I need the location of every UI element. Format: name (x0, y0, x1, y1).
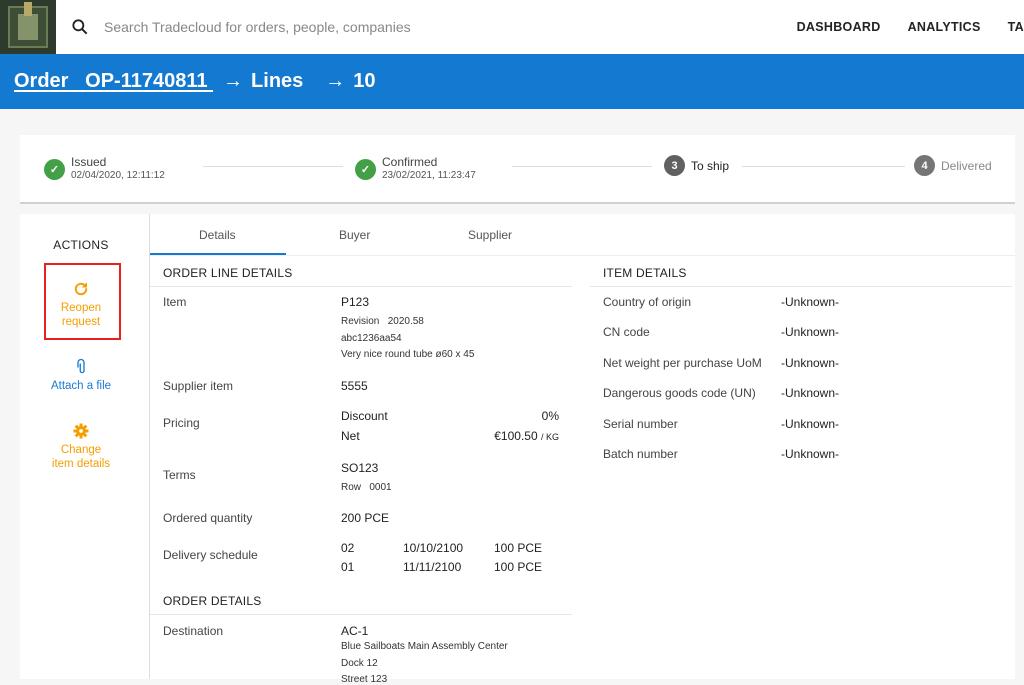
item-code: abc1236aa54 (341, 333, 402, 344)
action-label: request (61, 316, 101, 328)
reopen-request-button[interactable]: Reopen request (20, 280, 142, 329)
discount-label: Discount (341, 409, 388, 423)
actions-panel: ACTIONS Reopen request Attach a file Cha… (20, 214, 150, 679)
company-logo[interactable] (0, 0, 56, 54)
step-delivered: 4 Delivered (914, 155, 992, 176)
step-connector (742, 166, 905, 167)
tab-supplier[interactable]: Supplier (468, 228, 512, 242)
pricing-label: Pricing (163, 416, 200, 430)
country-of-origin-label: Country of origin (603, 295, 692, 309)
delivery-line: 01 (341, 560, 355, 574)
search-bar[interactable]: Search Tradecloud for orders, people, co… (70, 17, 770, 37)
delivery-line: 02 (341, 541, 355, 555)
attach-file-button[interactable]: Attach a file (20, 358, 142, 393)
order-status-stepper: ✓ Issued 02/04/2020, 12:11:12 ✓ Confirmed… (20, 135, 1015, 204)
step-confirmed: ✓ Confirmed 23/02/2021, 11:23:47 (355, 155, 476, 183)
tab-buyer[interactable]: Buyer (339, 228, 370, 242)
step-number: 3 (664, 155, 685, 176)
batch-number-label: Batch number (603, 447, 678, 461)
destination-address: Dock 12 (341, 658, 378, 669)
delivery-qty: 100 PCE (494, 560, 543, 574)
action-label: item details (51, 458, 111, 470)
action-label: Change (60, 444, 102, 456)
terms-value: SO123 (341, 461, 379, 475)
search-icon (72, 19, 88, 35)
destination-address: Blue Sailboats Main Assembly Center (341, 641, 508, 652)
step-label: Delivered (941, 158, 992, 173)
change-item-details-button[interactable]: Change item details (20, 422, 142, 471)
net-weight-value: -Unknown- (781, 356, 840, 370)
action-label: Attach a file (50, 380, 112, 392)
supplier-item-label: Supplier item (163, 379, 234, 393)
nav-truncated[interactable]: TA (1008, 20, 1024, 34)
delivery-date: 10/10/2100 (403, 541, 464, 555)
nav-dashboard[interactable]: DASHBOARD (797, 20, 881, 34)
delivery-date: 11/11/2100 (403, 560, 462, 574)
net-weight-label: Net weight per purchase UoM (603, 356, 762, 370)
step-connector (203, 166, 343, 167)
details-panel: Details Buyer Supplier ORDER LINE DETAIL… (150, 214, 1015, 685)
destination-code: AC-1 (341, 624, 369, 638)
destination-address: Street 123 (341, 674, 388, 685)
step-date: 23/02/2021, 11:23:47 (382, 170, 476, 181)
actions-title: ACTIONS (53, 238, 109, 252)
step-label: To ship (691, 158, 730, 173)
action-label: Reopen (60, 302, 102, 314)
divider (150, 614, 572, 615)
order-details-title: ORDER DETAILS (163, 594, 262, 608)
item-details-title: ITEM DETAILS (603, 266, 687, 280)
divider (150, 286, 572, 287)
serial-number-value: -Unknown- (781, 417, 840, 431)
item-value: P123 (341, 295, 370, 309)
step-to-ship: 3 To ship (664, 155, 729, 176)
cn-code-label: CN code (603, 325, 650, 339)
revision: Revision 2020.58 (341, 316, 424, 327)
divider (590, 286, 1012, 287)
serial-number-label: Serial number (603, 417, 678, 431)
supplier-item-value: 5555 (341, 379, 368, 393)
dangerous-goods-label: Dangerous goods code (UN) (603, 386, 756, 400)
step-date: 02/04/2020, 12:11:12 (71, 170, 165, 181)
step-label: Confirmed (382, 155, 438, 169)
gear-icon (73, 423, 89, 439)
step-number: 4 (914, 155, 935, 176)
check-icon: ✓ (44, 158, 65, 180)
delivery-schedule-label: Delivery schedule (163, 548, 258, 562)
row-number: Row 0001 (341, 482, 392, 493)
paperclip-icon (77, 358, 85, 374)
breadcrumb-line-number: 10 (353, 70, 376, 92)
breadcrumb-order-link[interactable]: Order OP-11740811 (14, 70, 213, 93)
ordered-quantity-value: 200 PCE (341, 511, 390, 525)
delivery-qty: 100 PCE (494, 541, 543, 555)
order-line-details-title: ORDER LINE DETAILS (163, 266, 293, 280)
main-nav: DASHBOARD ANALYTICS TA (770, 0, 1024, 54)
net-price: €100.50 / KG (494, 429, 559, 443)
step-connector (512, 166, 652, 167)
net-label: Net (341, 429, 360, 443)
top-bar: Search Tradecloud for orders, people, co… (0, 0, 1024, 54)
arrow-right-icon: → (223, 70, 244, 92)
batch-number-value: -Unknown- (781, 447, 840, 461)
item-description: Very nice round tube ø60 x 45 (341, 349, 475, 360)
cn-code-value: -Unknown- (781, 325, 840, 339)
active-tab-indicator (150, 253, 286, 255)
country-of-origin-value: -Unknown- (781, 295, 840, 309)
tab-bar: Details Buyer Supplier (150, 214, 1015, 256)
breadcrumb-lines: Lines (251, 70, 304, 92)
refresh-icon (74, 282, 88, 296)
step-issued: ✓ Issued 02/04/2020, 12:11:12 (44, 155, 165, 183)
nav-analytics[interactable]: ANALYTICS (908, 20, 981, 34)
dangerous-goods-value: -Unknown- (781, 386, 840, 400)
arrow-right-icon: → (325, 70, 346, 92)
check-icon: ✓ (355, 158, 376, 180)
search-input[interactable]: Search Tradecloud for orders, people, co… (104, 19, 411, 35)
terms-label: Terms (163, 468, 196, 482)
ordered-quantity-label: Ordered quantity (163, 511, 253, 525)
tab-details[interactable]: Details (199, 228, 236, 242)
step-label: Issued (71, 155, 107, 169)
discount-value: 0% (541, 409, 559, 423)
breadcrumb: Order OP-11740811 → Lines → 10 (0, 54, 1024, 109)
destination-label: Destination (163, 624, 224, 638)
item-label: Item (163, 295, 187, 309)
